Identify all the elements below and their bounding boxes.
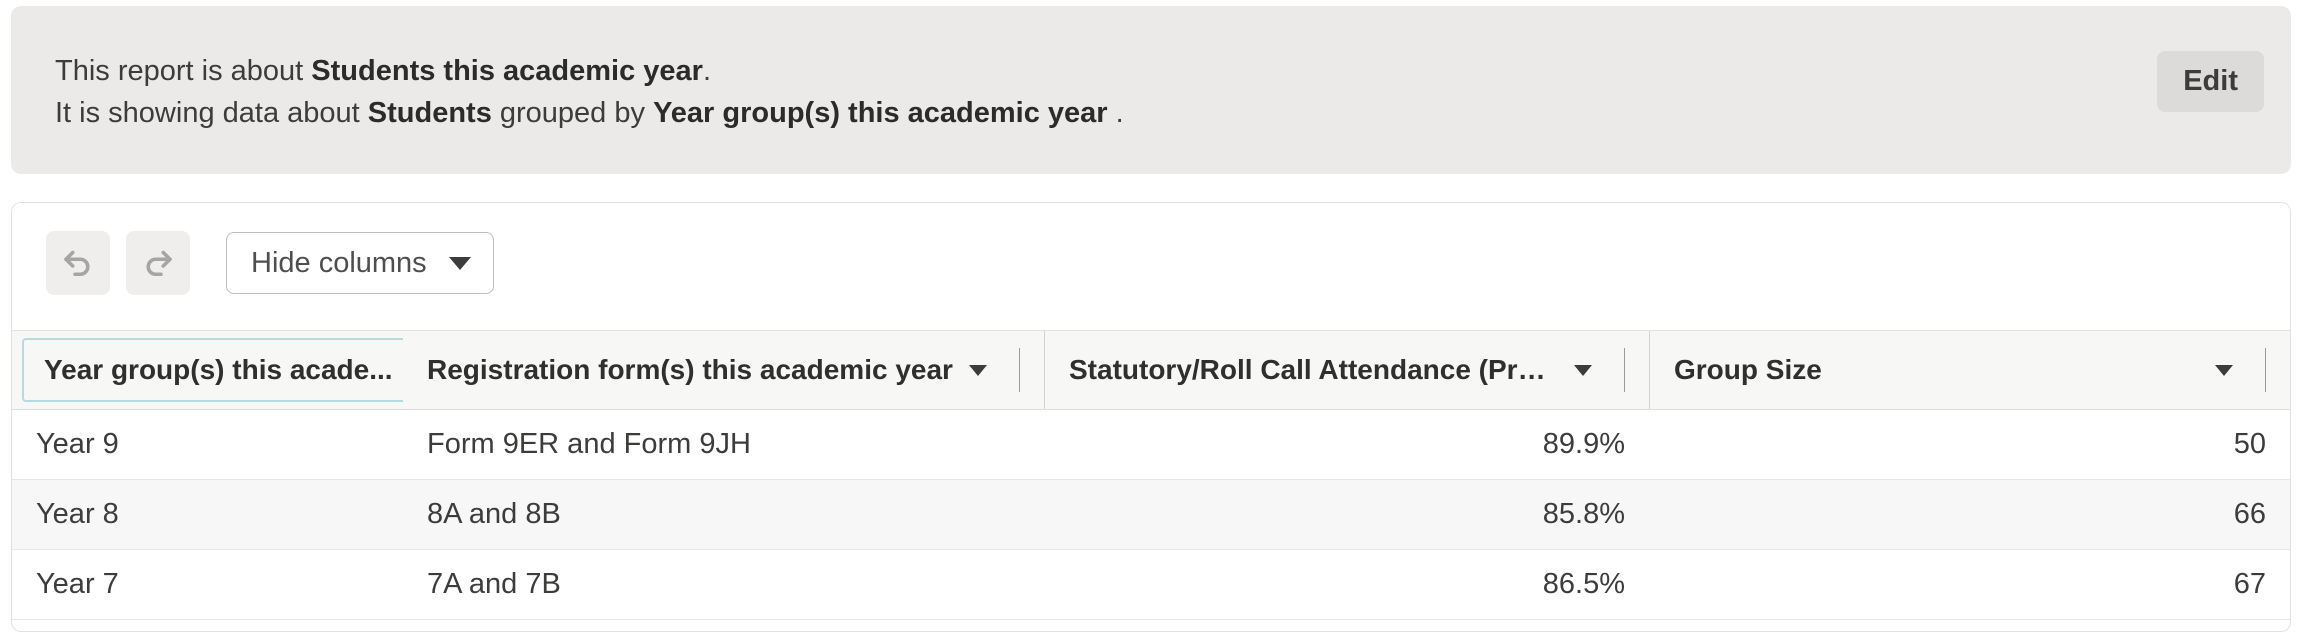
chevron-down-icon[interactable] <box>2215 365 2233 376</box>
column-resize-handle[interactable] <box>1019 348 1020 392</box>
report-grouping-entity: Students <box>368 97 492 129</box>
report-subject-line: This report is about Students this acade… <box>55 50 1124 92</box>
cell-registration-form: 7A and 7B <box>403 550 1044 619</box>
report-table: Year group(s) this acade... ↓ Registrati… <box>12 330 2290 620</box>
column-header-tools <box>2199 348 2266 392</box>
column-header-tools <box>1558 348 1625 392</box>
column-resize-handle[interactable] <box>1624 348 1625 392</box>
report-description-banner: This report is about Students this acade… <box>11 6 2291 174</box>
redo-icon <box>140 245 176 281</box>
report-subject-prefix: This report is about <box>55 55 311 87</box>
table-toolbar: Hide columns <box>12 203 2290 330</box>
report-grouping-middle: grouped by <box>492 97 653 129</box>
column-header-group-size[interactable]: Group Size <box>1649 331 2290 409</box>
chevron-down-icon[interactable] <box>1574 365 1592 376</box>
cell-year-group: Year 9 <box>12 410 403 479</box>
cell-attendance: 85.8% <box>1044 480 1649 549</box>
column-resize-handle[interactable] <box>2265 348 2266 392</box>
cell-attendance: 89.9% <box>1044 410 1649 479</box>
cell-group-size: 50 <box>1649 410 2290 479</box>
report-subject-suffix: . <box>703 55 711 87</box>
table-row[interactable]: Year 7 7A and 7B 86.5% 67 <box>12 550 2290 620</box>
cell-year-group: Year 7 <box>12 550 403 619</box>
table-row[interactable]: Year 8 8A and 8B 85.8% 66 <box>12 480 2290 550</box>
table-header-row: Year group(s) this acade... ↓ Registrati… <box>12 330 2290 410</box>
undo-icon <box>60 245 96 281</box>
column-header-label: Group Size <box>1674 354 1822 386</box>
chevron-down-icon[interactable] <box>969 365 987 376</box>
edit-button[interactable]: Edit <box>2157 51 2264 112</box>
report-grouping-field: Year group(s) this academic year <box>653 97 1108 129</box>
cell-attendance: 86.5% <box>1044 550 1649 619</box>
cell-registration-form: Form 9ER and Form 9JH <box>403 410 1044 479</box>
cell-year-group: Year 8 <box>12 480 403 549</box>
chevron-down-icon <box>449 257 471 270</box>
report-description-text: This report is about Students this acade… <box>55 50 1124 134</box>
column-header-tools <box>953 348 1020 392</box>
report-grouping-line: It is showing data about Students groupe… <box>55 92 1124 134</box>
report-subject-value: Students this academic year <box>311 55 703 87</box>
column-header-label: Statutory/Roll Call Attendance (Present)… <box>1069 354 1558 386</box>
cell-registration-form: 8A and 8B <box>403 480 1044 549</box>
column-header-registration-form[interactable]: Registration form(s) this academic year <box>403 331 1044 409</box>
hide-columns-label: Hide columns <box>251 247 427 280</box>
column-header-year-group-focus[interactable]: Year group(s) this acade... ↓ <box>22 338 403 402</box>
column-header-tools: ↓ <box>393 355 403 385</box>
cell-group-size: 66 <box>1649 480 2290 549</box>
column-header-attendance[interactable]: Statutory/Roll Call Attendance (Present)… <box>1044 331 1649 409</box>
toolbar-left-group: Hide columns <box>46 231 494 295</box>
redo-button[interactable] <box>126 231 190 295</box>
column-header-year-group[interactable]: Year group(s) this acade... ↓ <box>12 331 403 409</box>
report-grouping-suffix: . <box>1108 97 1124 129</box>
hide-columns-dropdown[interactable]: Hide columns <box>226 232 494 294</box>
column-header-label: Year group(s) this acade... <box>44 354 393 386</box>
report-grouping-prefix: It is showing data about <box>55 97 368 129</box>
table-card: Hide columns Download <box>11 202 2291 632</box>
cell-group-size: 67 <box>1649 550 2290 619</box>
column-header-label: Registration form(s) this academic year <box>427 354 953 386</box>
undo-button[interactable] <box>46 231 110 295</box>
table-row[interactable]: Year 9 Form 9ER and Form 9JH 89.9% 50 <box>12 410 2290 480</box>
